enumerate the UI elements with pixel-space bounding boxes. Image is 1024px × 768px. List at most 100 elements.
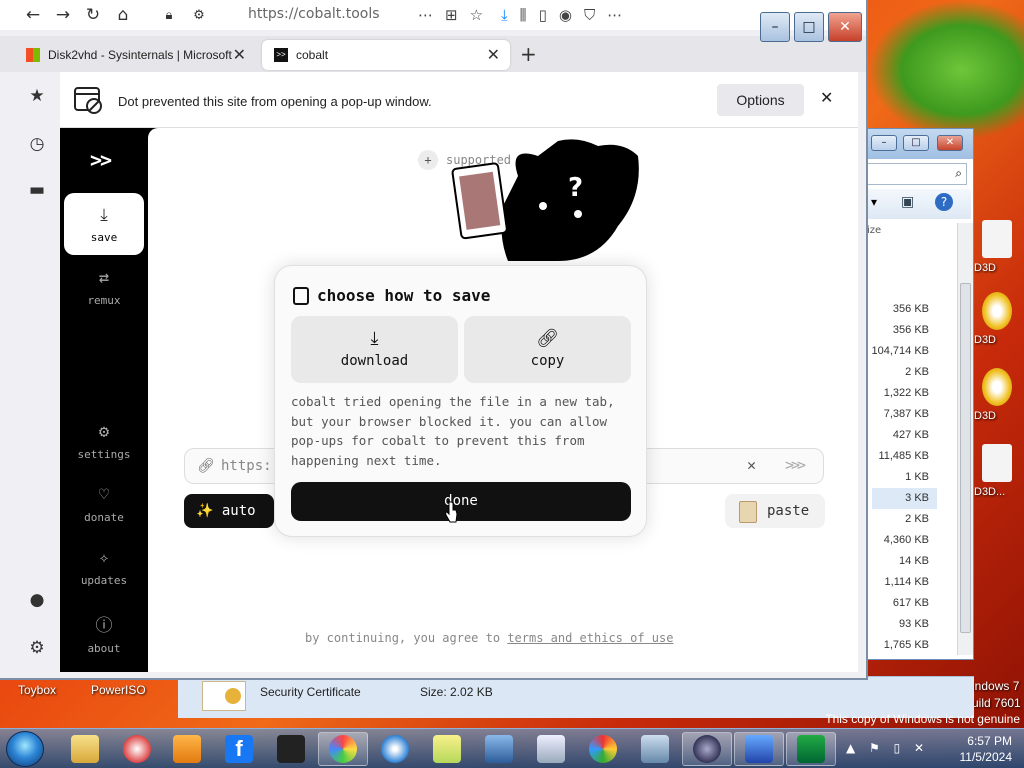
- file-size-cell[interactable]: 1,765 KB: [872, 635, 929, 656]
- history-clock-icon[interactable]: ◷: [26, 134, 48, 156]
- file-size-cell[interactable]: 427 KB: [872, 425, 929, 446]
- taskbar-app-5[interactable]: [266, 732, 316, 766]
- taskbar-app-2[interactable]: [112, 732, 162, 766]
- explorer-titlebar[interactable]: – □ ✕: [867, 129, 973, 159]
- taskbar-browser[interactable]: [318, 732, 368, 766]
- file-size-cell[interactable]: 2 KB: [872, 362, 929, 383]
- taskbar-app-8[interactable]: [422, 732, 472, 766]
- home-icon[interactable]: ⌂: [108, 1, 138, 29]
- taskbar-media[interactable]: [162, 732, 212, 766]
- file-size-cell[interactable]: 3 KB: [871, 488, 937, 509]
- menu-icon[interactable]: ⋯: [607, 6, 622, 24]
- new-tab-button[interactable]: +: [520, 42, 537, 66]
- shield-icon[interactable]: ⛉: [584, 6, 595, 24]
- file-size-cell[interactable]: 11,485 KB: [872, 446, 929, 467]
- desktop-label-toybox[interactable]: Toybox: [18, 683, 56, 697]
- file-size-cell[interactable]: 356 KB: [872, 320, 929, 341]
- cobalt-logo[interactable]: >>: [90, 148, 112, 172]
- terms-link[interactable]: terms and ethics of use: [507, 631, 673, 645]
- plus-icon: +: [418, 150, 438, 170]
- nav-updates[interactable]: ✧ updates: [64, 536, 144, 598]
- sidebar-settings-gear-icon[interactable]: ⚙: [26, 638, 48, 660]
- nav-about[interactable]: ⓘ about: [64, 599, 144, 661]
- pane-icon[interactable]: ▣: [901, 194, 914, 210]
- account-icon[interactable]: ◉: [559, 6, 572, 24]
- search-input[interactable]: ⌕: [867, 163, 967, 185]
- taskbar-app-14[interactable]: [734, 732, 784, 766]
- paste-button[interactable]: paste: [725, 494, 825, 528]
- file-size-cell[interactable]: 1,322 KB: [872, 383, 929, 404]
- tab-cobalt[interactable]: >> cobalt ✕: [262, 40, 510, 70]
- taskbar-app-12[interactable]: [630, 732, 680, 766]
- file-size-cell[interactable]: 356 KB: [872, 299, 929, 320]
- file-icon[interactable]: [982, 220, 1012, 258]
- column-header-size[interactable]: ize: [867, 225, 881, 236]
- downloads-icon[interactable]: ⤓: [501, 6, 508, 24]
- chevron-down-icon[interactable]: ▾: [871, 195, 877, 209]
- desktop-label-poweriso[interactable]: PowerISO: [91, 683, 146, 697]
- copy-option-button[interactable]: 🔗︎ copy: [464, 316, 631, 383]
- nav-remux[interactable]: ⇄ remux: [64, 256, 144, 318]
- file-size-cell[interactable]: 93 KB: [872, 614, 929, 635]
- file-size-cell[interactable]: 4,360 KB: [872, 530, 929, 551]
- disc-icon[interactable]: [982, 368, 1012, 406]
- taskbar-app-13[interactable]: [682, 732, 732, 766]
- taskbar-explorer[interactable]: [60, 732, 110, 766]
- system-clock[interactable]: 6:57 PM 11/5/2024: [960, 733, 1013, 765]
- nav-settings[interactable]: ⚙ settings: [64, 410, 144, 472]
- file-size-cell[interactable]: 1,114 KB: [872, 572, 929, 593]
- options-button[interactable]: Options: [717, 84, 804, 116]
- file-size-cell[interactable]: 2 KB: [872, 509, 929, 530]
- download-option-button[interactable]: ⤓ download: [291, 316, 458, 383]
- lock-icon[interactable]: 🔒︎: [154, 1, 184, 29]
- nav-save[interactable]: ⤓ save: [64, 193, 144, 255]
- close-tab-icon[interactable]: ✕: [233, 45, 246, 65]
- permissions-icon[interactable]: ⚙: [184, 1, 214, 29]
- done-button[interactable]: done: [291, 482, 631, 521]
- close-button[interactable]: ✕: [937, 135, 963, 151]
- start-button[interactable]: [6, 731, 44, 767]
- extensions-icon[interactable]: ⊞: [445, 6, 458, 24]
- file-size-cell[interactable]: 1 KB: [872, 467, 929, 488]
- bookmark-star-icon[interactable]: ☆: [470, 6, 483, 24]
- taskbar-app-9[interactable]: [474, 732, 524, 766]
- back-arrow-icon[interactable]: ←: [18, 1, 48, 29]
- file-size-cell[interactable]: 14 KB: [872, 551, 929, 572]
- auto-mode-button[interactable]: ✨ auto: [184, 494, 274, 528]
- file-size-cell[interactable]: 617 KB: [872, 593, 929, 614]
- close-window-button[interactable]: ✕: [828, 12, 862, 42]
- explorer-window[interactable]: – □ ✕ ⌕ ▾ ▣ ? ize 356 KB 356 KB 104,714 KB…: [866, 128, 974, 660]
- library-icon[interactable]: ⫼: [520, 6, 527, 24]
- account-icon[interactable]: ●: [26, 590, 48, 612]
- forward-arrow-icon[interactable]: →: [48, 1, 78, 29]
- taskbar-app-15[interactable]: [786, 732, 836, 766]
- reload-icon[interactable]: ↻: [78, 1, 108, 29]
- scrollbar[interactable]: [957, 223, 973, 655]
- scrollbar-thumb[interactable]: [960, 283, 971, 633]
- taskbar-app-7[interactable]: [370, 732, 420, 766]
- minimize-button[interactable]: –: [760, 12, 790, 42]
- close-tab-icon[interactable]: ✕: [487, 45, 500, 65]
- clear-input-icon[interactable]: ✕: [747, 456, 756, 474]
- taskbar-facebook[interactable]: f: [214, 732, 264, 766]
- file-icon[interactable]: [982, 444, 1012, 482]
- synced-tabs-icon[interactable]: ▬: [26, 180, 48, 202]
- maximize-button[interactable]: □: [903, 135, 929, 151]
- bookmarks-star-icon[interactable]: ★: [26, 86, 48, 108]
- more-icon[interactable]: ⋯: [418, 6, 433, 24]
- url-field[interactable]: https://cobalt.tools: [248, 6, 380, 22]
- maximize-button[interactable]: □: [794, 12, 824, 42]
- close-notification-icon[interactable]: ✕: [820, 88, 833, 107]
- file-size-cell[interactable]: 104,714 KB: [872, 341, 930, 362]
- nav-donate[interactable]: ♡ donate: [64, 473, 144, 535]
- download-go-icon[interactable]: >>>: [785, 456, 806, 474]
- minimize-button[interactable]: –: [871, 135, 897, 151]
- file-size-cell[interactable]: 7,387 KB: [872, 404, 929, 425]
- taskbar-calculator[interactable]: [526, 732, 576, 766]
- taskbar-paint[interactable]: [578, 732, 628, 766]
- sidebar-icon[interactable]: ▯: [539, 6, 547, 24]
- disc-icon[interactable]: [982, 292, 1012, 330]
- help-icon[interactable]: ?: [935, 193, 953, 211]
- system-tray-icons[interactable]: ▲ ⚑ ▯ ✕: [846, 741, 929, 755]
- tab-disk2vhd[interactable]: Disk2vhd - Sysinternals | Microsoft ✕: [14, 40, 256, 70]
